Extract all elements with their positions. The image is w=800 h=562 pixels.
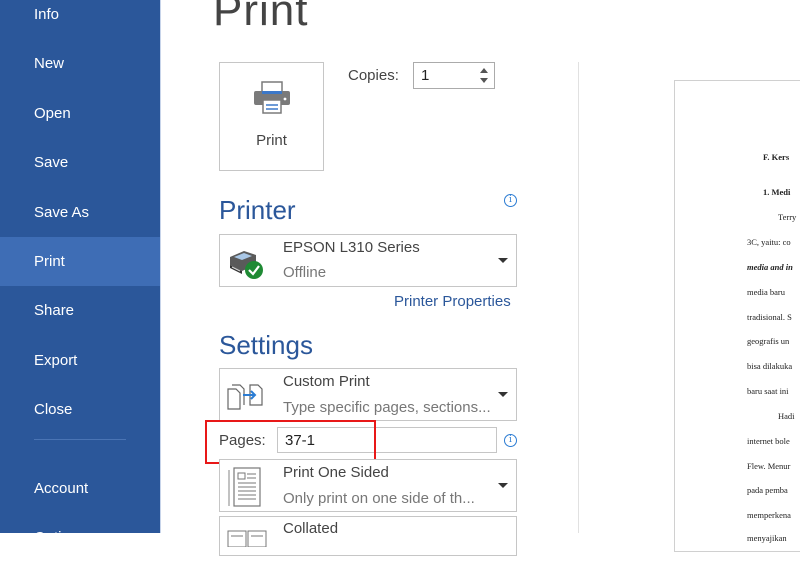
sidebar-item-export[interactable]: Export bbox=[0, 336, 160, 385]
preview-line: pada pemba bbox=[747, 485, 788, 495]
collation-title: Collated bbox=[283, 520, 339, 537]
chevron-down-icon bbox=[498, 392, 508, 397]
preview-divider bbox=[578, 62, 579, 533]
sidebar-item-new[interactable]: New bbox=[0, 39, 160, 88]
preview-line: menyajikan bbox=[747, 533, 787, 543]
copies-label: Copies: bbox=[348, 67, 399, 84]
preview-line: internet bole bbox=[747, 436, 790, 446]
printer-dropdown[interactable]: EPSON L310 Series Offline bbox=[219, 234, 517, 287]
printer-icon bbox=[254, 81, 290, 114]
sides-subtitle: Only print on one side of th... bbox=[283, 490, 475, 507]
preview-line: Hadi bbox=[778, 411, 795, 421]
pages-input[interactable]: 37-1 bbox=[277, 427, 497, 453]
chevron-down-icon bbox=[498, 483, 508, 488]
sidebar-item-save-as[interactable]: Save As bbox=[0, 188, 160, 237]
preview-line: 3C, yaitu: co bbox=[747, 237, 791, 247]
sidebar-item-info[interactable]: Info bbox=[0, 0, 160, 39]
copies-value[interactable]: 1 bbox=[421, 67, 429, 84]
sidebar-item-close[interactable]: Close bbox=[0, 385, 160, 434]
preview-line: Flew. Menur bbox=[747, 461, 791, 471]
print-button[interactable]: Print bbox=[219, 62, 324, 171]
print-button-label: Print bbox=[256, 132, 287, 149]
backstage-sidebar: Info New Open Save Save As Print Share E… bbox=[0, 0, 160, 546]
increment-arrow-icon[interactable] bbox=[480, 68, 488, 73]
preview-line: memperkena bbox=[747, 510, 791, 520]
sides-dropdown[interactable]: Print One Sided Only print on one side o… bbox=[219, 459, 517, 512]
sidebar-item-account[interactable]: Account bbox=[0, 464, 160, 513]
preview-line: bisa dilakuka bbox=[747, 361, 793, 371]
print-range-subtitle: Type specific pages, sections... bbox=[283, 399, 491, 416]
print-range-title: Custom Print bbox=[283, 373, 370, 390]
collated-icon bbox=[227, 530, 267, 547]
printer-ready-icon bbox=[230, 251, 263, 279]
printer-info-icon[interactable]: i bbox=[504, 194, 517, 207]
preview-line: Terry bbox=[778, 212, 797, 222]
sidebar-item-options[interactable]: Options bbox=[0, 513, 160, 562]
chevron-down-icon bbox=[498, 258, 508, 263]
sidebar-item-save[interactable]: Save bbox=[0, 138, 160, 187]
print-preview-page: F. Kers 1. Medi Terry 3C, yaitu: co medi… bbox=[674, 80, 800, 552]
printer-name: EPSON L310 Series bbox=[283, 239, 420, 256]
pages-value[interactable]: 37-1 bbox=[285, 432, 315, 449]
sidebar-item-open[interactable]: Open bbox=[0, 89, 160, 138]
sidebar-divider bbox=[34, 439, 126, 440]
printer-status: Offline bbox=[283, 264, 327, 281]
sidebar-border bbox=[160, 0, 161, 533]
preview-line: F. Kers bbox=[763, 152, 790, 162]
one-sided-icon bbox=[228, 467, 261, 507]
preview-line: tradisional. S bbox=[747, 312, 792, 322]
preview-line: geografis un bbox=[747, 336, 790, 346]
custom-print-icon bbox=[227, 384, 263, 410]
copies-stepper[interactable]: 1 bbox=[413, 62, 495, 89]
sidebar-item-print[interactable]: Print bbox=[0, 237, 160, 286]
sidebar-item-share[interactable]: Share bbox=[0, 286, 160, 335]
preview-line: media baru bbox=[747, 287, 785, 297]
collation-dropdown[interactable]: Collated bbox=[219, 516, 517, 556]
settings-section-title: Settings bbox=[219, 330, 313, 360]
preview-line: baru saat ini bbox=[747, 386, 789, 396]
decrement-arrow-icon[interactable] bbox=[480, 78, 488, 83]
print-range-dropdown[interactable]: Custom Print Type specific pages, sectio… bbox=[219, 368, 517, 421]
printer-properties-link[interactable]: Printer Properties bbox=[394, 293, 511, 310]
pages-info-icon[interactable]: i bbox=[504, 434, 517, 447]
preview-line: 1. Medi bbox=[763, 187, 791, 197]
printer-section-title: Printer bbox=[219, 195, 296, 225]
sides-title: Print One Sided bbox=[283, 464, 389, 481]
preview-line: media and in bbox=[747, 262, 793, 272]
pages-label: Pages: bbox=[219, 432, 266, 449]
page-title: Print bbox=[213, 0, 309, 35]
